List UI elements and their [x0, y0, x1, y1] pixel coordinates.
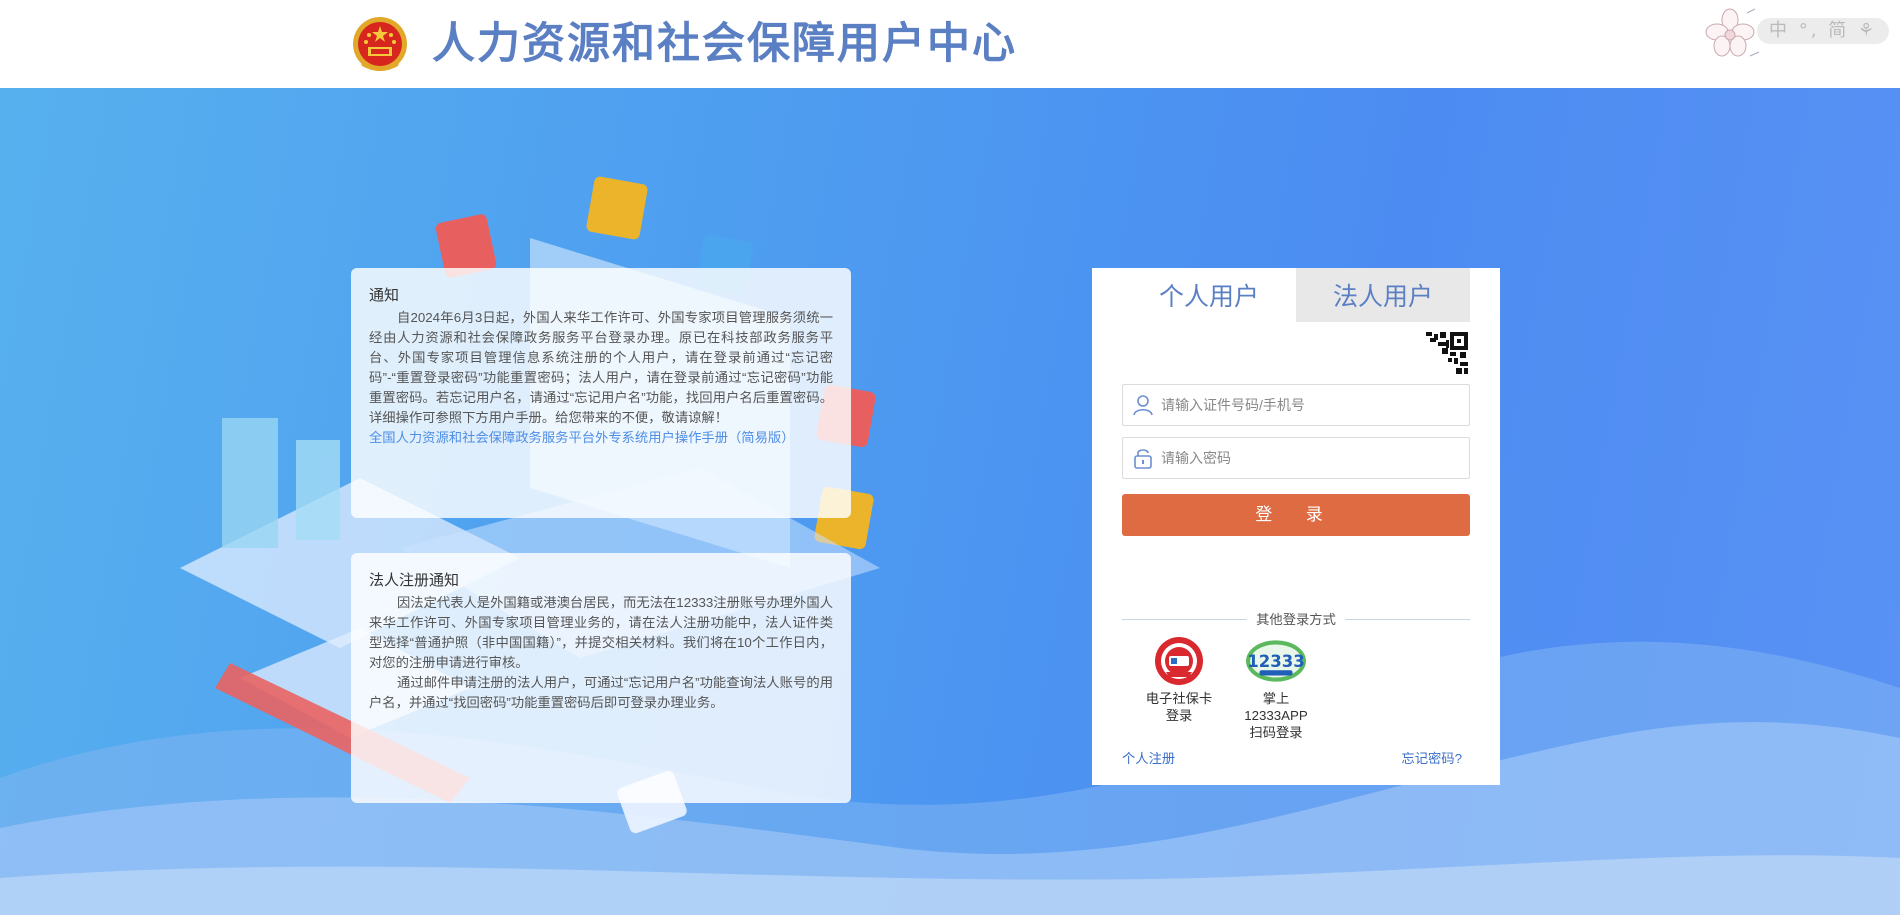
background-waves: [0, 176, 1900, 915]
personal-register-link[interactable]: 个人注册: [1122, 748, 1175, 767]
user-manual-link[interactable]: 全国人力资源和社会保障政务服务平台外专系统用户操作手册（简易版）: [369, 428, 833, 448]
app-12333-label: 掌上12333APP: [1244, 691, 1308, 723]
notice-body: 自2024年6月3日起，外国人来华工作许可、外国专家项目管理服务须统一经由人力资…: [369, 310, 833, 425]
lang-simplified-button[interactable]: 简: [1828, 20, 1849, 41]
login-background: 通知 自2024年6月3日起，外国人来华工作许可、外国专家项目管理服务须统一经由…: [0, 88, 1900, 915]
tab-personal-user[interactable]: 个人用户: [1122, 268, 1296, 322]
other-login-divider: 其他登录方式: [1122, 610, 1470, 630]
tab-corporate-user[interactable]: 法人用户: [1296, 268, 1470, 322]
app-12333-label-2: 扫码登录: [1249, 725, 1303, 740]
corp-notice-panel: 法人注册通知 因法定代表人是外国籍或港澳台居民，而无法在12333注册账号办理外…: [351, 553, 851, 803]
corp-notice-title: 法人注册通知: [369, 572, 460, 589]
user-icon: [1133, 395, 1153, 416]
notice-title: 通知: [369, 287, 400, 304]
language-switcher: 中 °, 简 ⚘: [1695, 8, 1893, 57]
lang-chinese-button[interactable]: 中: [1769, 20, 1790, 41]
password-input[interactable]: [1161, 438, 1461, 478]
password-field: [1122, 437, 1470, 479]
national-emblem-icon: [353, 17, 407, 71]
social-security-card-label-2: 登录: [1165, 708, 1193, 723]
app-logo-text: 12333: [1247, 652, 1304, 671]
login-button[interactable]: 登 录: [1122, 494, 1470, 536]
app-12333-login[interactable]: 12333 掌上12333APP 扫码登录: [1231, 636, 1321, 741]
corp-notice-body: 因法定代表人是外国籍或港澳台居民，而无法在12333注册账号办理外国人来华工作许…: [369, 595, 833, 670]
corp-notice-body-2: 通过邮件申请注册的法人用户，可通过“忘记用户名”功能查询法人账号的用户名，并通过…: [369, 675, 833, 710]
app-12333-icon: 12333: [1246, 640, 1306, 682]
language-pill: 中 °, 简 ⚘: [1757, 18, 1889, 44]
login-tabs: 个人用户 法人用户: [1122, 268, 1470, 322]
social-security-card-label: 电子社保卡: [1145, 691, 1213, 706]
lang-separator: °,: [1798, 20, 1820, 41]
site-title: 人力资源和社会保障用户中心: [432, 19, 1017, 69]
username-field: [1122, 384, 1470, 426]
social-security-card-login[interactable]: 电子社保卡 登录: [1134, 636, 1224, 724]
social-security-card-icon: [1155, 637, 1203, 685]
site-header: 人力资源和社会保障用户中心 中 °, 简 ⚘: [0, 0, 1900, 88]
qr-code-icon[interactable]: [1424, 330, 1470, 376]
ribbon-icon: ⚘: [1857, 20, 1878, 41]
notice-panel: 通知 自2024年6月3日起，外国人来华工作许可、外国专家项目管理服务须统一经由…: [351, 268, 851, 518]
flower-icon: [1705, 8, 1760, 57]
login-box: 个人用户 法人用户 请输入证件号码/手机号 登 录 其他登录方式 电子社保卡 登…: [1092, 268, 1500, 785]
other-login-title: 其他登录方式: [1256, 612, 1336, 627]
lock-icon: [1134, 449, 1152, 469]
username-input[interactable]: [1161, 385, 1461, 425]
forgot-password-link[interactable]: 忘记密码?: [1401, 748, 1462, 767]
